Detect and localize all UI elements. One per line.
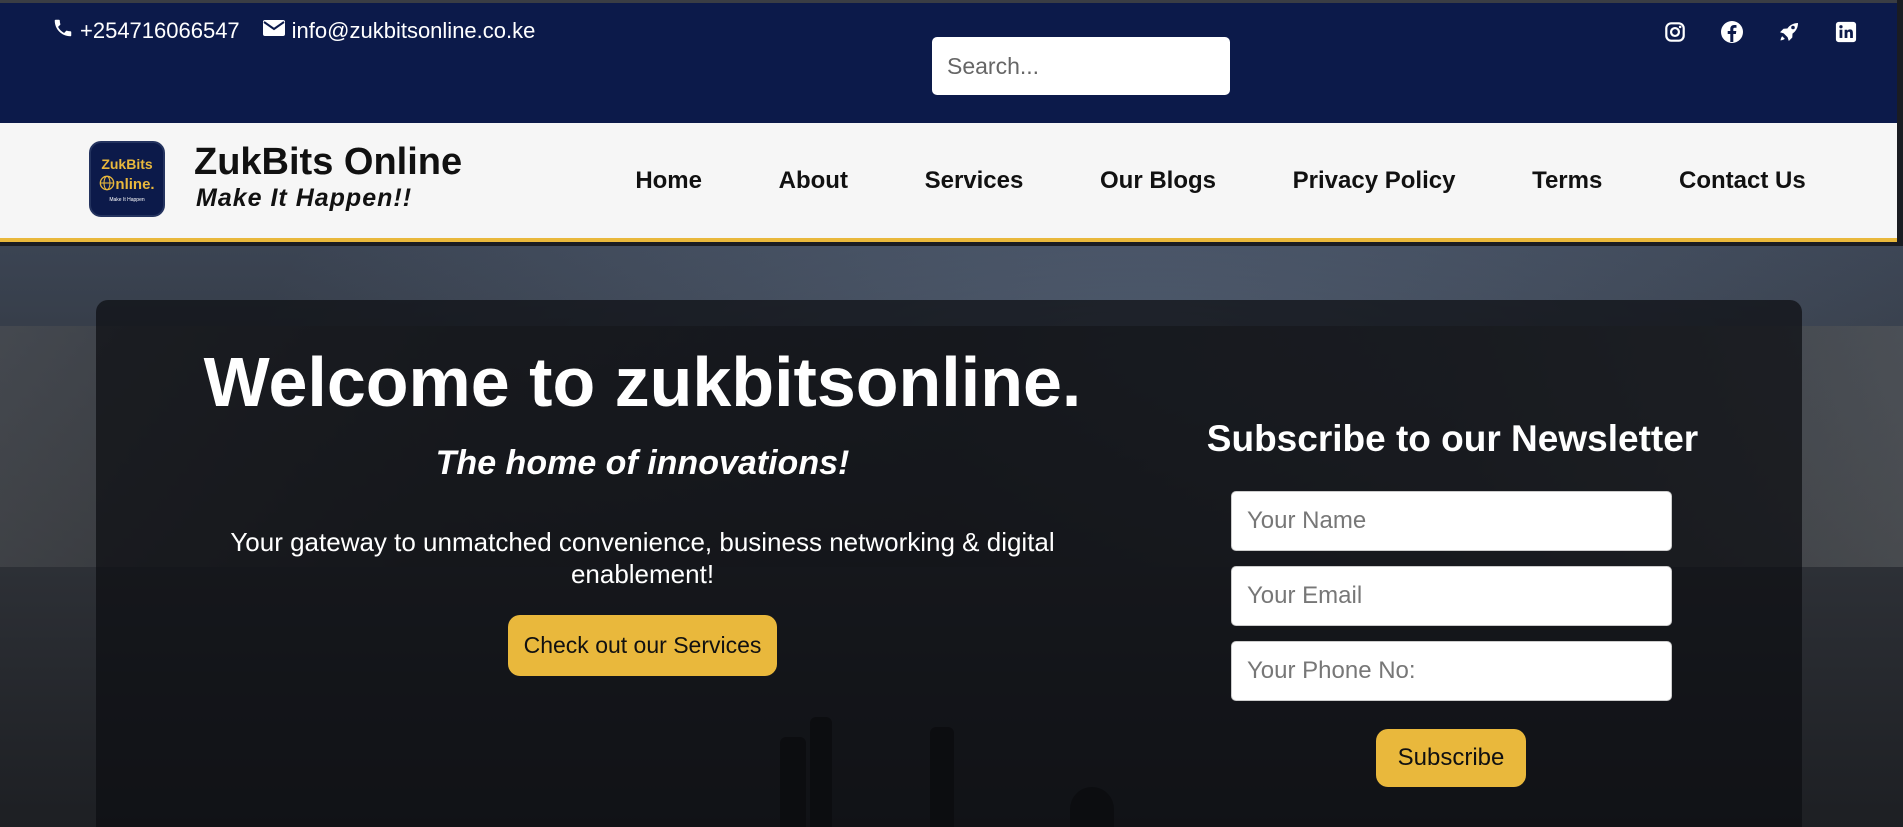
- logo-line-2: nline.: [99, 175, 155, 195]
- main-navbar: ZukBits nline. Make It Happen ZukBits On…: [0, 123, 1897, 242]
- phone-icon: [52, 17, 80, 45]
- newsletter-title: Subscribe to our Newsletter: [1206, 418, 1699, 459]
- contact-info: +254716066547 info@zukbitsonline.co.ke: [52, 17, 557, 45]
- logo-line-2-text: nline.: [115, 176, 155, 193]
- instagram-icon[interactable]: [1662, 19, 1688, 45]
- brand-logo[interactable]: ZukBits nline. Make It Happen: [89, 141, 165, 217]
- nav-item-services[interactable]: Services: [905, 159, 1044, 203]
- nav-item-home[interactable]: Home: [615, 159, 722, 203]
- logo-line-1: ZukBits: [101, 155, 153, 172]
- check-services-button[interactable]: Check out our Services: [508, 615, 777, 676]
- facebook-icon[interactable]: [1719, 19, 1745, 45]
- subscribe-button[interactable]: Subscribe: [1376, 729, 1526, 787]
- nav-item-terms[interactable]: Terms: [1512, 159, 1622, 203]
- nav-item-contact-us[interactable]: Contact Us: [1659, 159, 1826, 203]
- email-contact[interactable]: info@zukbitsonline.co.ke: [262, 18, 536, 44]
- hero-title: Welcome to zukbitsonline.: [203, 343, 1082, 421]
- hero-description: Your gateway to unmatched convenience, b…: [230, 527, 1055, 589]
- email-address: info@zukbitsonline.co.ke: [291, 18, 536, 43]
- newsletter-phone-input[interactable]: [1231, 641, 1672, 701]
- phone-number: +254716066547: [80, 18, 240, 43]
- nav-item-privacy-policy[interactable]: Privacy Policy: [1273, 159, 1476, 203]
- nav-menu: Home About Services Our Blogs Privacy Po…: [597, 123, 1844, 238]
- rocket-icon[interactable]: [1776, 19, 1802, 45]
- brand-name[interactable]: ZukBits Online: [194, 141, 462, 184]
- brand-tagline: Make It Happen!!: [196, 184, 413, 212]
- newsletter-name-input[interactable]: [1231, 491, 1672, 551]
- top-bar: +254716066547 info@zukbitsonline.co.ke: [0, 0, 1897, 123]
- hero-subtitle: The home of innovations!: [435, 444, 850, 482]
- newsletter-email-input[interactable]: [1231, 566, 1672, 626]
- globe-icon: [99, 175, 115, 195]
- social-links: [1631, 19, 1859, 45]
- logo-line-3: Make It Happen: [109, 196, 145, 203]
- phone-contact[interactable]: +254716066547: [52, 17, 240, 45]
- nav-item-about[interactable]: About: [759, 159, 868, 203]
- nav-item-our-blogs[interactable]: Our Blogs: [1080, 159, 1236, 203]
- linkedin-icon[interactable]: [1833, 19, 1859, 45]
- search-input[interactable]: [932, 37, 1230, 95]
- envelope-icon: [262, 18, 292, 44]
